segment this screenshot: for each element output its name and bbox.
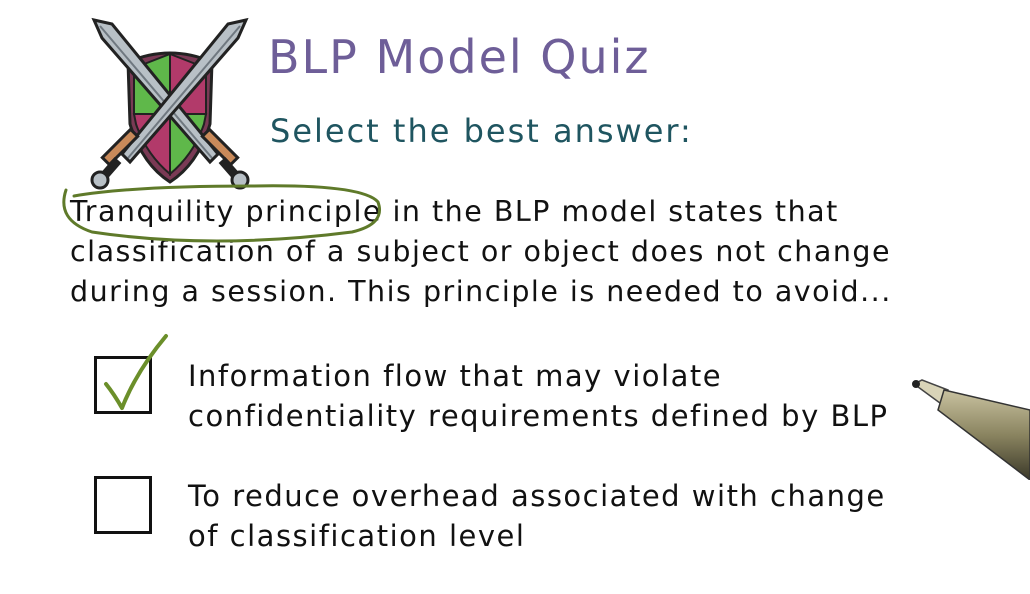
answer-option-line: Information flow that may violate <box>188 359 723 393</box>
answer-option-line: To reduce overhead associated with chang… <box>188 479 886 513</box>
answer-checkbox-2[interactable] <box>94 476 152 534</box>
crossed-swords-shield-icon <box>88 14 252 194</box>
answer-option-line: of classification level <box>188 519 526 553</box>
answer-option-2-text: To reduce overhead associated with chang… <box>188 476 886 556</box>
checkmark-icon <box>104 334 168 410</box>
answer-option-line: confidentiality requirements defined by … <box>188 399 889 433</box>
answer-option-1-text: Information flow that may violate confid… <box>188 356 889 436</box>
highlight-ellipse <box>62 184 381 243</box>
quiz-subtitle: Select the best answer: <box>270 112 693 150</box>
quiz-title: BLP Model Quiz <box>268 30 651 84</box>
pen-icon <box>912 379 1030 480</box>
question-line: during a session. This principle is need… <box>70 275 892 308</box>
